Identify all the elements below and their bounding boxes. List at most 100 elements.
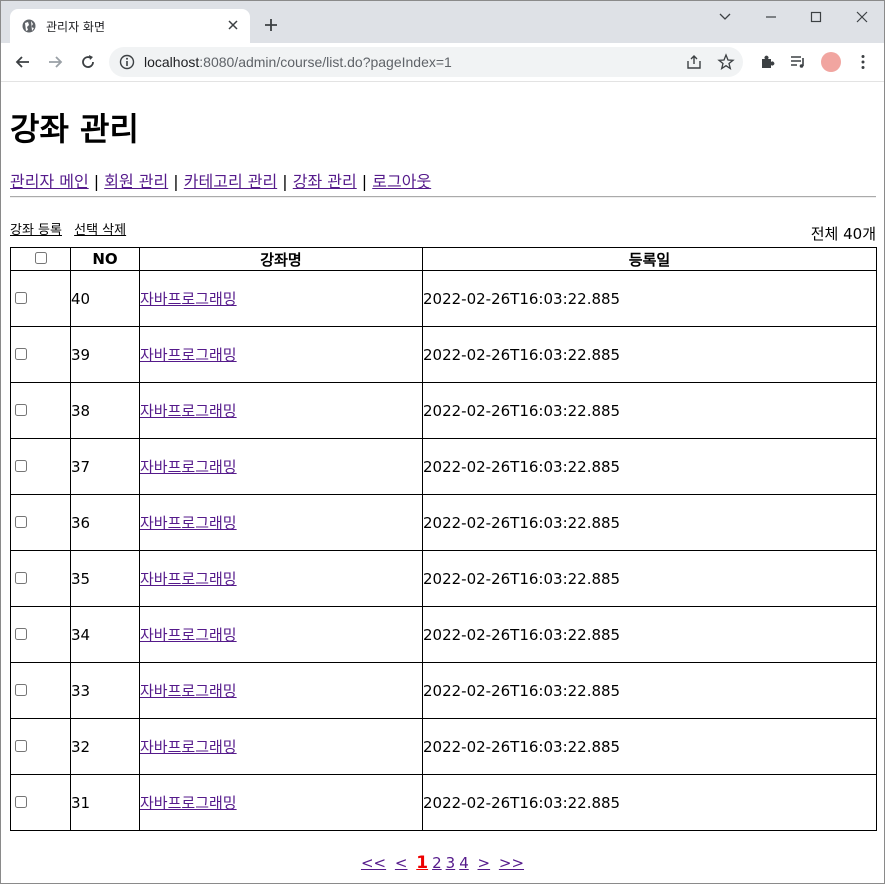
delete-selected-link[interactable]: 선택 삭제 (74, 223, 126, 238)
row-select-cell (10, 662, 71, 719)
table-row: 37 자바프로그래밍 2022-02-26T16:03:22.885 (10, 438, 877, 495)
row-select-cell (10, 326, 71, 383)
tab-search-icon[interactable] (713, 7, 737, 27)
nav-course-management[interactable]: 강좌 관리 (293, 172, 357, 191)
browser-tab[interactable]: 관리자 화면 (10, 9, 250, 43)
select-all-checkbox[interactable] (34, 252, 47, 264)
row-checkbox[interactable] (15, 571, 27, 584)
page-content: 강좌 관리 관리자 메인 | 회원 관리 | 카테고리 관리 | 강좌 관리 |… (1, 82, 884, 883)
course-name-link[interactable]: 자바프로그래밍 (140, 738, 237, 756)
row-checkbox[interactable] (15, 795, 27, 808)
close-window-icon[interactable] (850, 7, 874, 27)
row-name-cell: 자바프로그래밍 (139, 494, 423, 551)
media-control-icon[interactable] (789, 53, 807, 71)
first-page-link[interactable]: << (361, 854, 386, 872)
course-name-link[interactable]: 자바프로그래밍 (140, 290, 237, 308)
row-checkbox[interactable] (15, 459, 27, 472)
profile-avatar[interactable] (821, 52, 841, 72)
page-number-link[interactable]: 2 (432, 854, 442, 872)
url-path: :8080/admin/course/list.do?pageIndex=1 (199, 54, 452, 70)
bookmark-star-icon[interactable] (717, 53, 735, 71)
row-name-cell: 자바프로그래밍 (139, 382, 423, 439)
row-checkbox[interactable] (15, 683, 27, 696)
back-icon[interactable] (14, 53, 32, 71)
minimize-icon[interactable] (759, 7, 783, 27)
row-no: 37 (70, 438, 140, 495)
page-number-link[interactable]: 1 (416, 853, 428, 873)
tab-strip: 관리자 화면 (1, 1, 884, 43)
divider (10, 196, 876, 198)
reload-icon[interactable] (79, 53, 97, 71)
course-name-link[interactable]: 자바프로그래밍 (140, 682, 237, 700)
column-header-date: 등록일 (422, 247, 877, 271)
course-name-link[interactable]: 자바프로그래밍 (140, 346, 237, 364)
row-no: 31 (70, 774, 140, 831)
address-bar[interactable]: localhost:8080/admin/course/list.do?page… (109, 47, 743, 77)
extensions-icon[interactable] (758, 53, 776, 71)
course-name-link[interactable]: 자바프로그래밍 (140, 514, 237, 532)
page-number-link[interactable]: 3 (446, 854, 456, 872)
row-date: 2022-02-26T16:03:22.885 (422, 774, 877, 831)
row-checkbox[interactable] (15, 347, 27, 360)
course-name-link[interactable]: 자바프로그래밍 (140, 402, 237, 420)
row-select-cell (10, 494, 71, 551)
course-name-link[interactable]: 자바프로그래밍 (140, 458, 237, 476)
table-row: 38 자바프로그래밍 2022-02-26T16:03:22.885 (10, 382, 877, 439)
row-select-cell (10, 438, 71, 495)
share-icon[interactable] (685, 53, 703, 71)
course-name-link[interactable]: 자바프로그래밍 (140, 794, 237, 812)
next-page-link[interactable]: > (478, 854, 491, 872)
prev-page-link[interactable]: < (395, 854, 408, 872)
row-checkbox[interactable] (15, 739, 27, 752)
last-page-link[interactable]: >> (499, 854, 524, 872)
menu-kebab-icon[interactable] (854, 53, 872, 71)
close-tab-icon[interactable] (226, 18, 240, 32)
row-checkbox[interactable] (15, 291, 27, 304)
row-date: 2022-02-26T16:03:22.885 (422, 326, 877, 383)
row-date: 2022-02-26T16:03:22.885 (422, 270, 877, 327)
row-date: 2022-02-26T16:03:22.885 (422, 662, 877, 719)
row-checkbox[interactable] (15, 515, 27, 528)
nav-category-management[interactable]: 카테고리 관리 (184, 172, 277, 191)
nav-separator: | (356, 172, 373, 191)
new-tab-icon[interactable] (263, 17, 279, 33)
row-name-cell: 자바프로그래밍 (139, 662, 423, 719)
row-no: 34 (70, 606, 140, 663)
add-course-link[interactable]: 강좌 등록 (10, 223, 62, 238)
row-name-cell: 자바프로그래밍 (139, 550, 423, 607)
row-select-cell (10, 718, 71, 775)
row-no: 38 (70, 382, 140, 439)
nav-member-management[interactable]: 회원 관리 (104, 172, 168, 191)
url-host: localhost (144, 54, 200, 70)
row-name-cell: 자바프로그래밍 (139, 774, 423, 831)
course-name-link[interactable]: 자바프로그래밍 (140, 626, 237, 644)
globe-icon (22, 19, 36, 33)
forward-icon[interactable] (46, 53, 64, 71)
row-no: 32 (70, 718, 140, 775)
row-select-cell (10, 270, 71, 327)
page-number-link[interactable]: 4 (459, 854, 469, 872)
table-row: 32 자바프로그래밍 2022-02-26T16:03:22.885 (10, 718, 877, 775)
row-select-cell (10, 382, 71, 439)
row-date: 2022-02-26T16:03:22.885 (422, 382, 877, 439)
row-date: 2022-02-26T16:03:22.885 (422, 494, 877, 551)
column-header-no: NO (70, 247, 140, 271)
row-no: 39 (70, 326, 140, 383)
nav-logout[interactable]: 로그아웃 (372, 172, 431, 191)
row-date: 2022-02-26T16:03:22.885 (422, 606, 877, 663)
row-checkbox[interactable] (15, 403, 27, 416)
row-checkbox[interactable] (15, 627, 27, 640)
table-row: 40 자바프로그래밍 2022-02-26T16:03:22.885 (10, 270, 877, 327)
row-no: 35 (70, 550, 140, 607)
info-icon[interactable] (119, 54, 135, 70)
nav-separator: | (277, 172, 293, 191)
maximize-icon[interactable] (804, 7, 828, 27)
list-actions: 강좌 등록 선택 삭제 (10, 219, 134, 238)
course-name-link[interactable]: 자바프로그래밍 (140, 570, 237, 588)
nav-admin-main[interactable]: 관리자 메인 (10, 172, 89, 191)
table-row: 34 자바프로그래밍 2022-02-26T16:03:22.885 (10, 606, 877, 663)
table-row: 36 자바프로그래밍 2022-02-26T16:03:22.885 (10, 494, 877, 551)
total-count: 전체 40개 (810, 225, 876, 243)
column-header-name: 강좌명 (139, 247, 423, 271)
table-row: 31 자바프로그래밍 2022-02-26T16:03:22.885 (10, 774, 877, 831)
